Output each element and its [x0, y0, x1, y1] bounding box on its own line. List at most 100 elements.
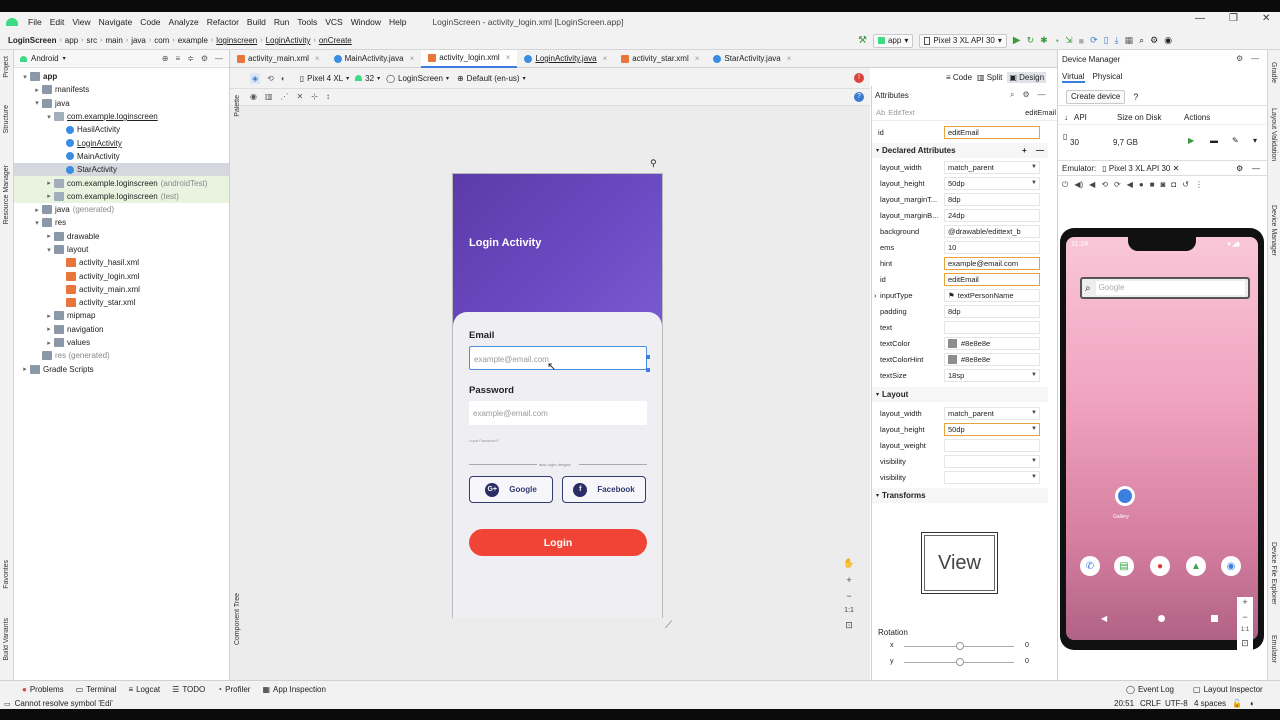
messages-app-icon[interactable]: ▤	[1114, 556, 1134, 576]
screenshot-icon[interactable]: ◙	[1161, 180, 1166, 190]
close-window-icon[interactable]: ✕	[1262, 13, 1270, 24]
tree-item[interactable]: ▾ java	[14, 97, 229, 110]
close-tab-icon[interactable]: ×	[695, 54, 700, 63]
tree-item[interactable]: activity_hasil.xml	[14, 256, 229, 269]
menu-navigate[interactable]: Navigate	[95, 17, 137, 27]
tree-item[interactable]: StarActivity	[14, 163, 229, 177]
snapshot-icon[interactable]: ◘	[1171, 180, 1176, 190]
tree-item[interactable]: ▸ java (generated)	[14, 203, 229, 216]
tree-item[interactable]: ▸ drawable	[14, 230, 229, 243]
emulator-tab[interactable]: ▯ Pixel 3 XL API 30 ✕	[1102, 164, 1179, 173]
tree-item[interactable]: ▸ values	[14, 336, 229, 349]
dm-hide-icon[interactable]: —	[1251, 54, 1259, 63]
run-icon[interactable]: ▶	[1013, 35, 1021, 46]
tree-item[interactable]: ▸ navigation	[14, 323, 229, 336]
tree-item[interactable]: res (generated)	[14, 349, 229, 362]
pin-icon[interactable]: ⚲	[650, 158, 657, 169]
palette-tab[interactable]: Palette	[234, 95, 241, 117]
emulator-screen[interactable]: 11:24 ▼◢▮ ⌕ Google Gallery ✆ ▤ ● ▲ ◉ ◀	[1066, 237, 1258, 640]
zoom-out-icon[interactable]: −	[846, 591, 851, 601]
password-field[interactable]: example@email.com	[469, 401, 647, 425]
zoom-ratio[interactable]: 1:1	[844, 607, 854, 614]
editor-tab[interactable]: activity_main.xml ×	[230, 50, 327, 68]
project-view-select[interactable]: Android	[31, 54, 59, 63]
emu-zoom-ratio[interactable]: 1:1	[1241, 627, 1249, 633]
tree-item[interactable]: ▸ Gradle Scripts	[14, 363, 229, 376]
breadcrumb-item[interactable]: loginscreen	[213, 36, 260, 45]
tab-virtual[interactable]: Virtual	[1062, 72, 1085, 83]
chevron-down-icon[interactable]: ▾	[20, 73, 30, 81]
sdk-manager-icon[interactable]: ⤓	[1115, 35, 1119, 46]
breadcrumb-item[interactable]: com	[151, 36, 172, 45]
tool-tab-project[interactable]: Project	[3, 56, 10, 78]
attribute-value[interactable]: match_parent ▼	[944, 406, 1040, 420]
maximize-icon[interactable]: ❐	[1229, 13, 1238, 24]
minimize-icon[interactable]: —	[1195, 13, 1205, 24]
google-button[interactable]: G+ Google	[469, 476, 553, 503]
attribute-value[interactable]: #8e8e8e	[944, 352, 1040, 366]
tree-item[interactable]: ▾ res	[14, 216, 229, 229]
tool-tab-structure[interactable]: Structure	[3, 105, 10, 133]
phone-app-icon[interactable]: ✆	[1080, 556, 1100, 576]
layout-header[interactable]: ▾ Layout	[872, 387, 1048, 402]
collapse-all-icon[interactable]: ≑	[187, 54, 194, 63]
tree-item[interactable]: MainActivity	[14, 150, 229, 163]
col-actions[interactable]: Actions	[1184, 113, 1210, 122]
menu-file[interactable]: File	[24, 17, 46, 27]
tool-tab-resource-manager[interactable]: Resource Manager	[3, 165, 10, 225]
search-icon[interactable]: ⌕	[1139, 35, 1144, 46]
device-row[interactable]: ▯ 30 9,7 GB ▶ ▬ ✎ ▾	[1058, 128, 1268, 154]
color-swatch[interactable]	[948, 354, 957, 364]
dropdown-arrow-icon[interactable]: ▼	[1031, 372, 1037, 378]
login-button[interactable]: Login	[469, 529, 647, 556]
editor-tab[interactable]: LoginActivity.java ×	[517, 50, 614, 68]
debug-icon[interactable]: ✱	[1040, 35, 1048, 46]
attribute-value[interactable]: #8e8e8e	[944, 336, 1040, 350]
edit-device-icon[interactable]: ✎	[1232, 136, 1239, 145]
menu-refactor[interactable]: Refactor	[203, 17, 243, 27]
slider-thumb[interactable]	[956, 658, 964, 666]
structure-icon[interactable]: ▦	[1125, 35, 1134, 46]
event-log-tab[interactable]: ◯ Event Log	[1120, 685, 1180, 694]
dropdown-arrow-icon[interactable]: ▼	[1031, 474, 1037, 480]
chevron-down-icon[interactable]: ▾	[32, 219, 42, 227]
close-tab-icon[interactable]: ×	[506, 53, 511, 62]
col-api[interactable]: API	[1074, 113, 1087, 122]
menu-analyze[interactable]: Analyze	[165, 17, 203, 27]
clear-constraints-icon[interactable]: ✕	[297, 92, 304, 101]
tree-item[interactable]: activity_main.xml	[14, 283, 229, 296]
tool-tab-emulator[interactable]: Emulator	[1270, 635, 1277, 663]
caret-position[interactable]: 20:51	[1114, 699, 1134, 708]
tool-tab-device-file-explorer[interactable]: Device File Explorer	[1270, 542, 1277, 605]
open-folder-icon[interactable]: ▬	[1210, 136, 1218, 145]
pack-icon[interactable]: ⊹	[311, 92, 318, 101]
add-attribute-icon[interactable]: +	[1022, 146, 1027, 155]
design-mode-button[interactable]: ▣ Design	[1007, 71, 1047, 83]
breadcrumb-item[interactable]: java	[128, 36, 149, 45]
hide-icon[interactable]: —	[215, 54, 223, 63]
hammer-icon[interactable]: ⚒	[858, 35, 867, 46]
volume-up-icon[interactable]: ◀)	[1074, 180, 1083, 190]
chevron-down-icon[interactable]: ▾	[44, 246, 54, 254]
align-icon[interactable]: ↕	[326, 92, 330, 101]
chevron-right-icon[interactable]: ▸	[32, 206, 42, 214]
chevron-right-icon[interactable]: ▸	[32, 86, 42, 94]
attribute-value[interactable]: 50dp ▼	[944, 422, 1040, 436]
nav-recents-icon[interactable]	[1211, 615, 1218, 622]
tool-tab-device-manager[interactable]: Device Manager	[1270, 205, 1277, 256]
remove-attribute-icon[interactable]: —	[1036, 146, 1044, 155]
chevron-right-icon[interactable]: ▸	[20, 365, 30, 373]
gallery-app-icon[interactable]	[1115, 486, 1135, 506]
rotation-y-slider[interactable]	[904, 658, 1014, 666]
menu-build[interactable]: Build	[243, 17, 270, 27]
tree-item[interactable]: ▾ app	[14, 70, 229, 83]
apply-changes-icon[interactable]: ↻	[1027, 35, 1035, 46]
attr-gear-icon[interactable]: ⚙	[1022, 90, 1029, 100]
locale-select[interactable]: Default (en-us)	[467, 74, 520, 83]
component-tree-tab[interactable]: Component Tree	[234, 593, 241, 645]
menu-run[interactable]: Run	[270, 17, 294, 27]
attribute-value[interactable]: 50dp ▼	[944, 176, 1040, 190]
attribute-value[interactable]: match_parent ▼	[944, 160, 1040, 174]
rotate-right-icon[interactable]: ⟳	[1114, 180, 1121, 190]
back-icon[interactable]: ◀	[1127, 180, 1133, 190]
